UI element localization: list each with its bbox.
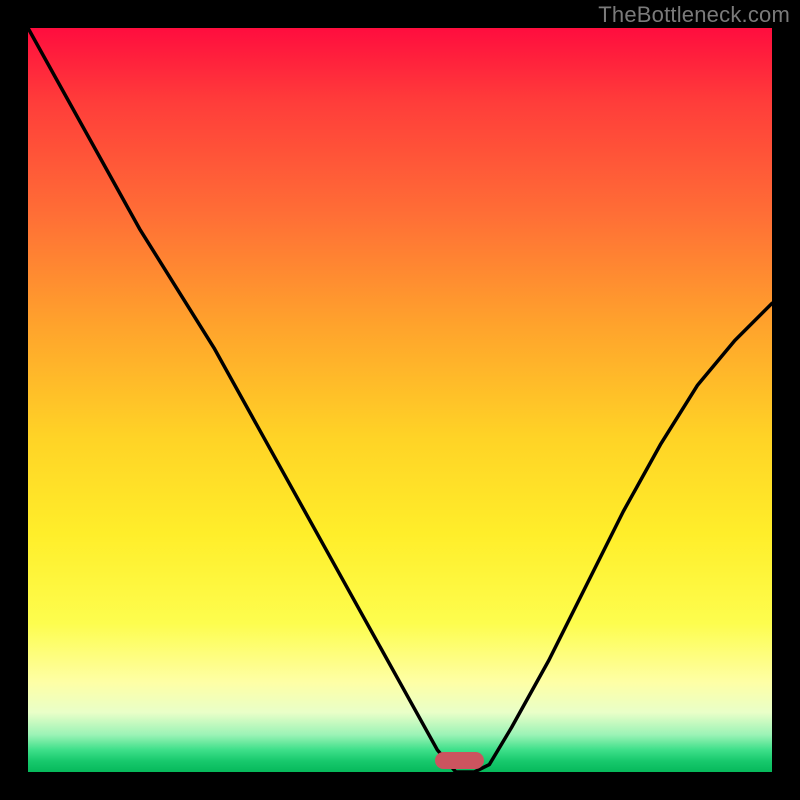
optimal-marker (435, 752, 485, 769)
chart-frame: TheBottleneck.com (0, 0, 800, 800)
curve-path (28, 28, 772, 772)
watermark-text: TheBottleneck.com (598, 2, 790, 28)
plot-area (28, 28, 772, 772)
bottleneck-curve (28, 28, 772, 772)
